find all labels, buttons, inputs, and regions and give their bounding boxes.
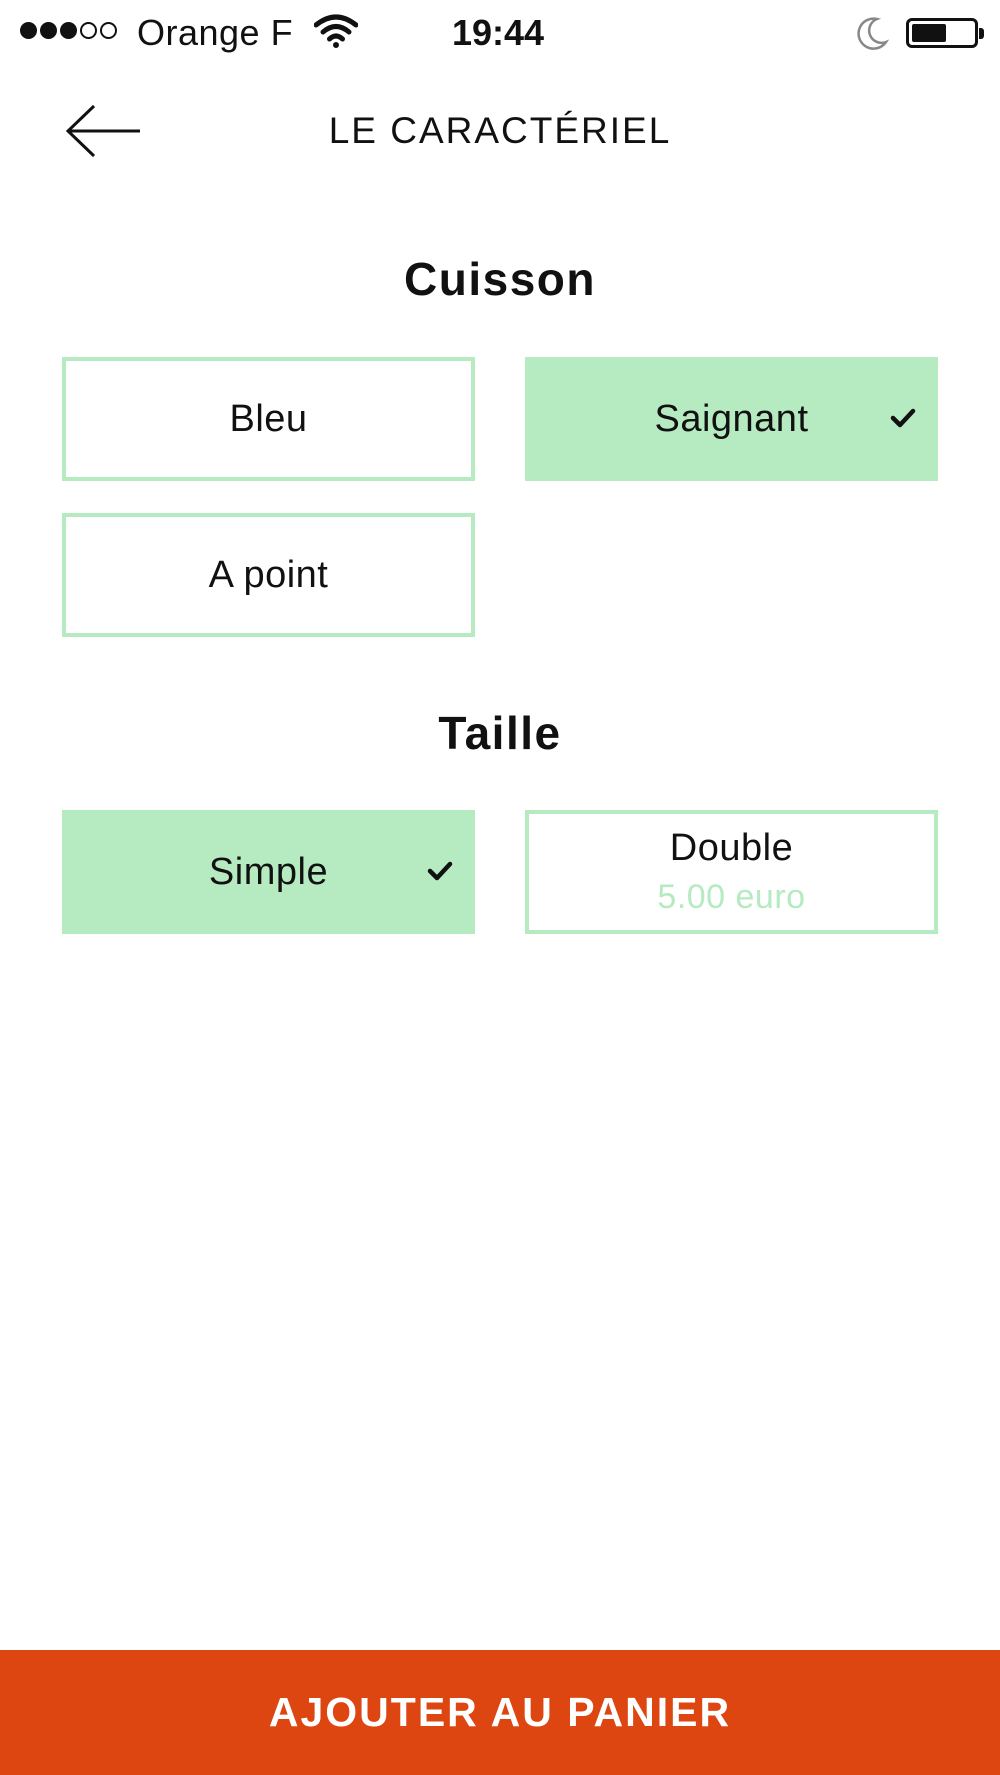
clock: 19:44 — [0, 12, 1000, 54]
option-bleu[interactable]: Bleu — [62, 357, 475, 481]
option-label: Saignant — [654, 397, 809, 440]
checkmark-icon — [890, 408, 916, 428]
option-double[interactable]: Double 5.00 euro — [525, 810, 938, 934]
battery-icon — [906, 18, 984, 48]
section-title-cuisson: Cuisson — [404, 253, 596, 305]
option-label: Double — [669, 827, 794, 869]
status-bar: Orange F 19:44 — [0, 0, 1000, 64]
option-saignant[interactable]: Saignant — [525, 357, 938, 481]
header: LE CARACTÉRIEL — [0, 78, 1000, 188]
option-a-point[interactable]: A point — [62, 513, 475, 637]
option-price: 5.00 euro — [657, 878, 806, 916]
option-simple[interactable]: Simple — [62, 810, 475, 934]
page-title: LE CARACTÉRIEL — [328, 110, 672, 151]
section-title-taille: Taille — [438, 707, 562, 759]
add-to-cart-button[interactable]: AJOUTER AU PANIER — [0, 1650, 1000, 1775]
checkmark-icon — [427, 861, 453, 881]
option-label: A point — [208, 553, 329, 596]
clock-text: 19:44 — [451, 12, 545, 53]
option-label: Simple — [208, 850, 329, 893]
option-label: Bleu — [229, 397, 308, 440]
add-to-cart-label: AJOUTER AU PANIER — [268, 1689, 732, 1735]
product-options-screen: Orange F 19:44 LE CARACTÉRIEL Cuisson Bl… — [0, 0, 1000, 1775]
do-not-disturb-moon-icon — [857, 17, 889, 50]
